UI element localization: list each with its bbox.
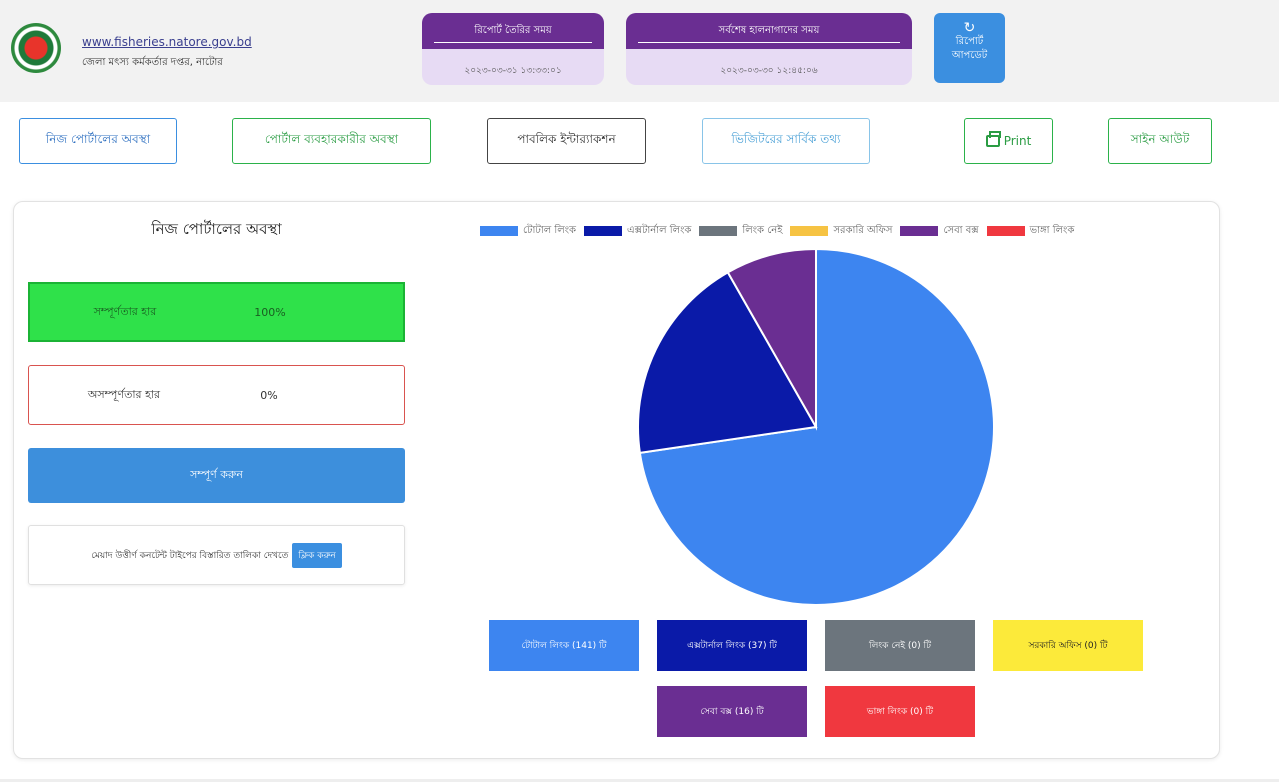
tile-no-link[interactable]: লিংক নেই (0) টি [825,620,975,671]
last-updated-value: ২০২৩-০৩-৩০ ১২:৪৫:০৬ [720,66,818,76]
own-portal-button[interactable]: নিজ পোর্টালের অবস্থা [19,118,177,164]
complete-rate-value: 100% [254,305,286,319]
site-url-link[interactable]: www.fisheries.natore.gov.bd [82,35,252,49]
report-created-value: ২০২৩-০৩-৩১ ১৩:৩৩:০১ [464,66,562,76]
tile-total-link[interactable]: টোটাল লিংক (141) টি [489,620,639,671]
public-interaction-button[interactable]: পাবলিক ইন্টার‍্যাকশন [487,118,646,164]
incomplete-rate-label: অসম্পূর্ণতার হার [87,387,161,401]
complete-rate-box: সম্পূর্ণতার হার 100% [28,282,405,342]
expired-content-box: মেয়াদ উত্তীর্ণ কনটেন্ট টাইপের বিস্তারিত… [28,525,405,585]
legend-label: সেবা বক্স [943,224,979,236]
legend-swatch [900,226,939,236]
report-update-line1: রিপোর্ট [955,36,984,47]
legend-label: সরকারি অফিস [833,224,893,236]
printer-icon [985,131,1001,147]
legend-item[interactable]: টোটাল লিংক [480,223,576,240]
refresh-icon: ↻ [963,20,976,36]
signout-button[interactable]: সাইন আউট [1108,118,1212,164]
panel-title: নিজ পোর্টালের অবস্থা [151,220,282,238]
legend-swatch [986,226,1025,236]
complete-button[interactable]: সম্পূর্ণ করুন [28,448,405,503]
legend-item[interactable]: এক্সটার্নাল লিংক [584,223,691,240]
legend-label: টোটাল লিংক [523,224,576,236]
visitor-info-button[interactable]: ভিজিটরের সার্বিক তথ্য [702,118,870,164]
legend-item[interactable]: সেবা বক্স [900,223,979,240]
report-update-line2: আপডেট [951,50,988,61]
office-name: জেলা মৎস্য কর্মকর্তার দপ্তর, নাটোর [82,57,223,68]
legend-item[interactable]: সরকারি অফিস [790,223,892,240]
tile-external-link[interactable]: এক্সটার্নাল লিংক (37) টি [657,620,807,671]
portal-user-button[interactable]: পোর্টাল ব্যবহারকারীর অবস্থা [232,118,431,164]
click-here-button[interactable]: ক্লিক করুন [292,542,342,568]
logo [11,23,61,73]
print-label: Print [1003,134,1032,148]
report-created-label: রিপোর্ট তৈরির সময় [422,13,604,49]
tile-service-box[interactable]: সেবা বক্স (16) টি [657,686,807,737]
legend-label: লিংক নেই [742,224,783,236]
legend-item[interactable]: ভাঙ্গা লিংক [986,223,1075,240]
legend-label: এক্সটার্নাল লিংক [627,224,692,236]
chart-legend: টোটাল লিংক এক্সটার্নাল লিংক লিংক নেই সরকারি… [480,223,1160,239]
legend-swatch [699,226,738,236]
report-update-button[interactable]: ↻ রিপোর্ট আপডেট [934,13,1005,83]
incomplete-rate-value: 0% [260,388,278,402]
complete-rate-label: সম্পূর্ণতার হার [93,304,157,318]
legend-swatch [790,226,829,236]
tile-broken-link[interactable]: ভাঙ্গা লিংক (0) টি [825,686,975,737]
last-updated-card: সর্বশেষ হালনাগাদের সময় ২০২৩-০৩-৩০ ১২:৪৫… [626,13,912,85]
incomplete-rate-box: অসম্পূর্ণতার হার 0% [28,365,405,425]
print-button[interactable]: Print [964,118,1053,164]
legend-label: ভাঙ্গা লিংক [1029,224,1075,236]
legend-item[interactable]: লিংক নেই [699,223,782,240]
report-created-card: রিপোর্ট তৈরির সময় ২০২৩-০৩-৩১ ১৩:৩৩:০১ [422,13,604,85]
legend-swatch [480,226,518,236]
header: www.fisheries.natore.gov.bd জেলা মৎস্য ক… [0,0,1279,102]
expired-content-text: মেয়াদ উত্তীর্ণ কনটেন্ট টাইপের বিস্তারিত… [91,550,289,561]
last-updated-label: সর্বশেষ হালনাগাদের সময় [626,13,912,49]
legend-swatch [584,226,622,236]
pie-chart [637,247,995,606]
tile-govt-office[interactable]: সরকারি অফিস (0) টি [993,620,1143,671]
